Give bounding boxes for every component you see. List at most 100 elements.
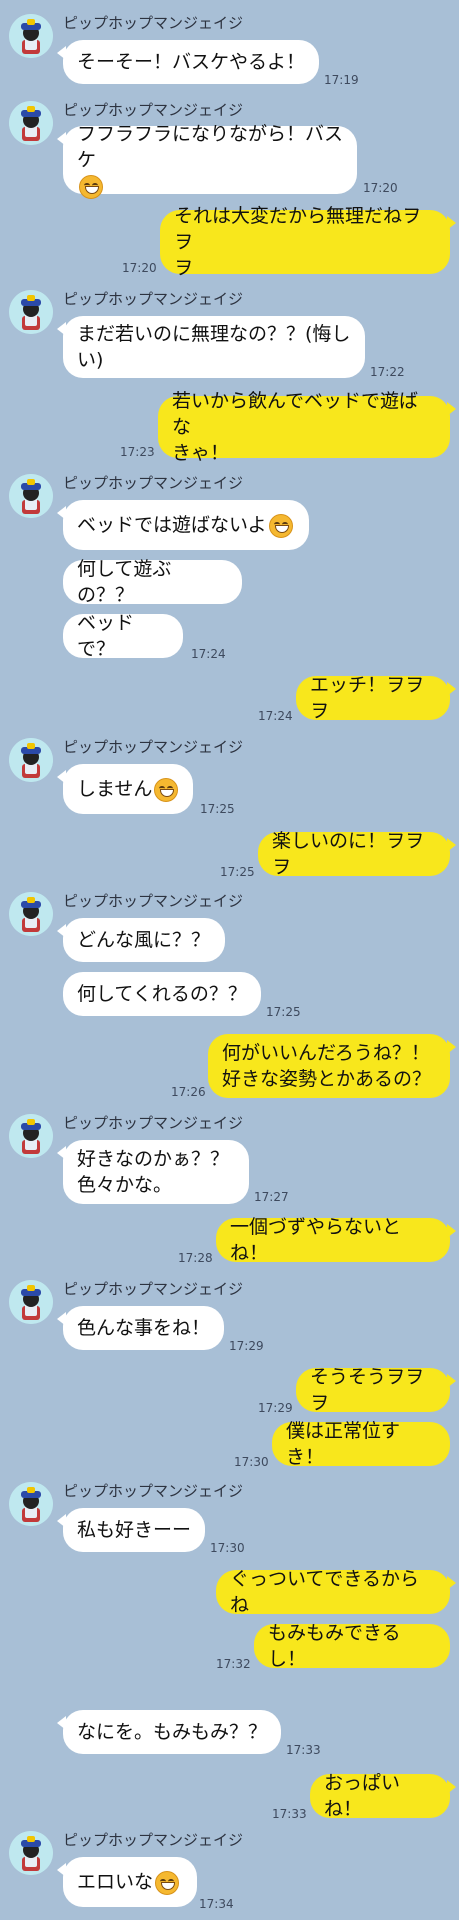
avatar[interactable] xyxy=(9,892,53,936)
message-time: 17:26 xyxy=(171,1085,206,1099)
sender-name: ピップホップマンジェイジ xyxy=(63,1114,244,1132)
message-line: まだ若いのに無理なの？？(悔し xyxy=(77,323,351,345)
message-text: どんな風に？？ xyxy=(77,929,211,951)
message-bubble[interactable]: 何してくれるの？？ xyxy=(63,972,261,1016)
message-time: 17:29 xyxy=(258,1401,293,1415)
message-bubble[interactable]: ベッドでは遊ばないよ xyxy=(57,500,309,550)
message-bubble[interactable]: 私も好きーー xyxy=(57,1508,205,1552)
message-text: おっぱいね！ xyxy=(324,1772,401,1820)
message-text: そーそー！バスケやるよ！ xyxy=(77,51,306,73)
message-time: 17:33 xyxy=(286,1743,321,1757)
message-time: 17:34 xyxy=(199,1897,234,1911)
message-bubble[interactable]: フフラフラになりながら！バスケ xyxy=(57,123,357,199)
message-bubble[interactable]: 何がいいんだろうね？！ 好きな姿勢とかあるの？ xyxy=(208,1034,456,1098)
grinning-emoji-icon xyxy=(155,1870,180,1895)
message-text: フフラフラになりながら！バスケ xyxy=(77,121,343,199)
avatar[interactable] xyxy=(9,14,53,58)
message-text: ベッドで？ xyxy=(77,612,135,660)
avatar[interactable] xyxy=(9,1114,53,1158)
message-bubble[interactable]: 僕は正常位すき！ xyxy=(272,1420,450,1468)
message-time: 17:28 xyxy=(178,1251,213,1265)
message-text-content: エロいな xyxy=(77,1871,154,1893)
message-bubble[interactable]: どんな風に？？ xyxy=(57,918,225,962)
message-text: エロいな xyxy=(77,1869,183,1895)
message-bubble[interactable]: 若いから飲んでベッドで遊ばなきゃ！ xyxy=(158,390,456,464)
message-time: 17:33 xyxy=(272,1807,307,1821)
message-text: そうそうヲヲヲ xyxy=(310,1366,425,1414)
message-time: 17:25 xyxy=(200,802,235,816)
sender-name: ピップホップマンジェイジ xyxy=(63,290,244,308)
message-text: 私も好きーー xyxy=(77,1519,192,1541)
message-bubble[interactable]: エロいな xyxy=(57,1857,197,1907)
sender-name: ピップホップマンジェイジ xyxy=(63,1482,244,1500)
message-time: 17:23 xyxy=(120,445,155,459)
grinning-emoji-icon xyxy=(79,174,103,199)
grinning-emoji-icon xyxy=(268,513,293,538)
message-bubble[interactable]: もみもみできるし！ xyxy=(254,1622,450,1670)
message-text: 何して遊ぶの？？ xyxy=(77,558,172,606)
message-bubble[interactable]: 色んな事をね！ xyxy=(57,1306,224,1350)
avatar[interactable] xyxy=(9,1280,53,1324)
message-bubble[interactable]: 好きなのかぁ？？ 色々かな。 xyxy=(57,1140,249,1204)
message-text-content: フフラフラになりながら！バスケ xyxy=(77,123,344,171)
sender-name: ピップホップマンジェイジ xyxy=(63,1831,244,1849)
message-bubble[interactable]: しません xyxy=(57,764,193,814)
message-text: ベッドでは遊ばないよ xyxy=(77,512,295,538)
message-line: それは大変だから無理だねヲヲ xyxy=(174,205,422,253)
message-line: きゃ！ xyxy=(172,442,230,464)
message-bubble[interactable]: ぐっついてできるからね xyxy=(216,1568,456,1616)
message-bubble[interactable]: そーそー！バスケやるよ！ xyxy=(57,40,319,84)
message-line: 色々かな。 xyxy=(77,1174,173,1196)
sender-name: ピップホップマンジェイジ xyxy=(63,1280,244,1298)
grinning-emoji-icon xyxy=(154,777,179,802)
message-text: 楽しいのに！ヲヲヲ xyxy=(272,830,425,878)
message-time: 17:30 xyxy=(210,1541,245,1555)
message-text: もみもみできるし！ xyxy=(268,1622,401,1670)
message-bubble[interactable]: そうそうヲヲヲ xyxy=(296,1366,456,1414)
message-time: 17:27 xyxy=(254,1190,289,1204)
message-time: 17:25 xyxy=(220,865,255,879)
sender-name: ピップホップマンジェイジ xyxy=(63,474,244,492)
message-text: しません xyxy=(77,776,179,802)
message-text: 僕は正常位すき！ xyxy=(286,1420,401,1468)
message-line: い) xyxy=(77,349,104,371)
sender-name: ピップホップマンジェイジ xyxy=(63,738,244,756)
message-bubble[interactable]: 楽しいのに！ヲヲヲ xyxy=(258,830,456,878)
avatar[interactable] xyxy=(9,474,53,518)
message-time: 17:19 xyxy=(324,73,359,87)
message-time: 17:24 xyxy=(258,709,293,723)
message-bubble[interactable]: ベッドで？ xyxy=(63,612,183,660)
avatar[interactable] xyxy=(9,1831,53,1875)
message-time: 17:25 xyxy=(266,1005,301,1019)
message-bubble[interactable]: 何して遊ぶの？？ xyxy=(63,558,242,606)
message-bubble[interactable]: エッチ！ヲヲヲ xyxy=(296,674,456,722)
message-time: 17:24 xyxy=(191,647,226,661)
message-bubble[interactable]: おっぱいね！ xyxy=(310,1772,456,1820)
avatar[interactable] xyxy=(9,738,53,782)
message-time: 17:29 xyxy=(229,1339,264,1353)
sender-name: ピップホップマンジェイジ xyxy=(63,892,244,910)
message-line: 何がいいんだろうね？！ xyxy=(222,1042,430,1064)
message-line: 好きなのかぁ？？ xyxy=(77,1148,230,1170)
message-bubble[interactable]: それは大変だから無理だねヲヲヲ xyxy=(160,205,456,279)
message-text: 一個づずやらないとね！ xyxy=(230,1216,402,1264)
message-text-content: しません xyxy=(77,778,153,800)
message-bubble[interactable]: なにを。もみもみ？？ xyxy=(57,1710,281,1754)
avatar[interactable] xyxy=(9,101,53,145)
message-time: 17:20 xyxy=(122,261,157,275)
sender-name: ピップホップマンジェイジ xyxy=(63,101,244,119)
message-line: ヲ xyxy=(174,257,194,279)
message-text: 色んな事をね！ xyxy=(77,1317,211,1339)
message-time: 17:22 xyxy=(370,365,405,379)
message-line: 若いから飲んでベッドで遊ばな xyxy=(172,390,419,438)
sender-name: ピップホップマンジェイジ xyxy=(63,14,244,32)
message-bubble[interactable]: まだ若いのに無理なの？？(悔し い) xyxy=(57,316,365,378)
message-text: ぐっついてできるからね xyxy=(230,1568,420,1616)
message-text-content: ベッドでは遊ばないよ xyxy=(77,514,267,536)
message-text: エッチ！ヲヲヲ xyxy=(310,674,425,722)
avatar[interactable] xyxy=(9,1482,53,1526)
message-text: 何してくれるの？？ xyxy=(77,983,247,1005)
message-time: 17:32 xyxy=(216,1657,251,1671)
message-bubble[interactable]: 一個づずやらないとね！ xyxy=(216,1216,456,1264)
avatar[interactable] xyxy=(9,290,53,334)
